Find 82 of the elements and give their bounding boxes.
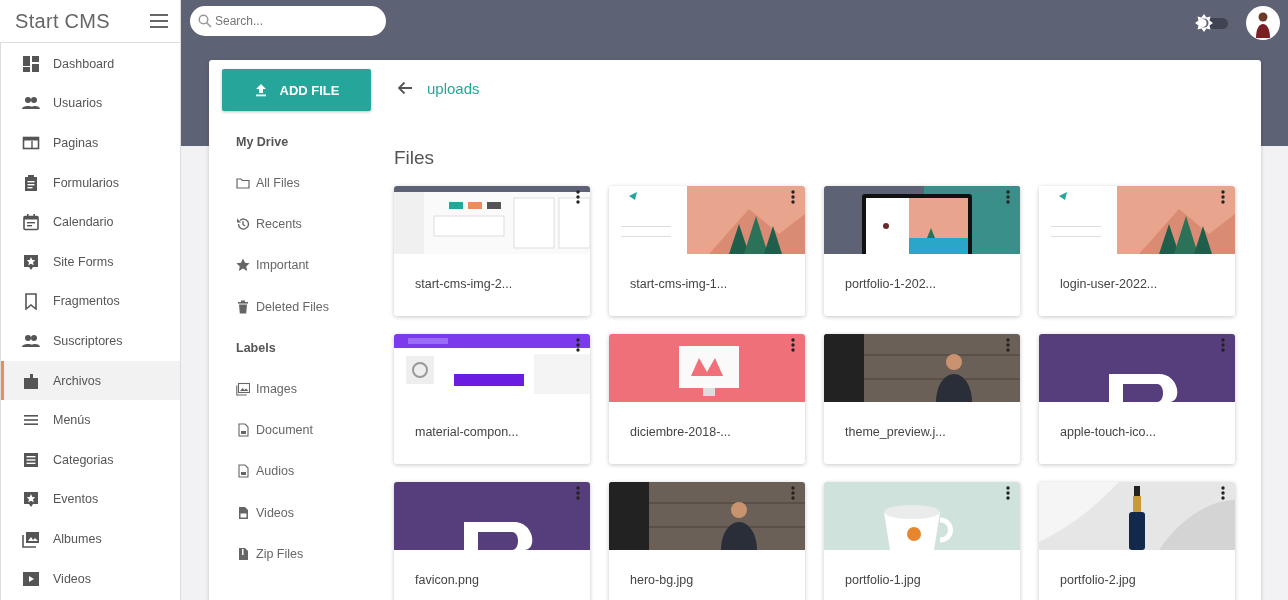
more-options-icon[interactable] (576, 190, 580, 204)
back-arrow-icon[interactable] (397, 81, 413, 95)
star-box-icon (22, 252, 40, 271)
sidebar-item[interactable]: Fragmentos (1, 281, 180, 322)
dashboard-icon (22, 54, 40, 73)
sidebar-item[interactable]: Menús (1, 400, 180, 440)
app-title: Start CMS (15, 9, 110, 33)
upload-icon (253, 83, 268, 97)
section-heading: Labels (235, 339, 277, 357)
file-name: diciembre-2018-... (629, 424, 732, 439)
file-name: portfolio-1.jpg (844, 572, 922, 587)
video-file-icon (236, 505, 250, 520)
drive-nav-item[interactable]: Zip Files (222, 533, 381, 575)
drive-nav-item[interactable]: Audios (222, 450, 381, 493)
document-icon (236, 464, 250, 479)
section-heading: My Drive (235, 133, 290, 151)
window-icon (22, 134, 40, 152)
sidebar-item[interactable]: Albumes (1, 519, 180, 559)
sidebar-item[interactable]: Formularios (1, 162, 180, 203)
history-icon (236, 216, 250, 231)
drive-nav-item[interactable]: Document (222, 409, 381, 451)
file-name: theme_preview.j... (844, 424, 947, 439)
file-name: apple-touch-ico... (1059, 424, 1157, 439)
drive-nav-item[interactable]: Important (222, 244, 381, 286)
file-card[interactable]: portfolio-1.jpg (824, 482, 1020, 600)
calendar-icon (22, 213, 40, 232)
theme-toggle[interactable] (1194, 12, 1230, 34)
sidebar-item[interactable]: Usuarios (1, 83, 180, 124)
search-icon (198, 14, 212, 28)
sidebar-item[interactable]: Calendario (1, 202, 180, 242)
more-options-icon[interactable] (576, 338, 580, 352)
zip-file-icon (236, 547, 250, 561)
sidebar-item[interactable]: Site Forms (1, 241, 180, 282)
file-card[interactable]: login-user-2022... (1039, 186, 1235, 316)
avatar[interactable] (1246, 6, 1280, 40)
file-card[interactable]: material-compon... (394, 334, 590, 464)
file-card[interactable]: portfolio-1-202... (824, 186, 1020, 316)
drive-nav-item[interactable]: Recents (222, 203, 381, 245)
clipboard-icon (22, 173, 40, 192)
star-box-icon (22, 490, 40, 509)
sidebar-item[interactable]: Suscriptores (1, 321, 180, 361)
file-card[interactable]: portfolio-2.jpg (1039, 482, 1235, 600)
file-card[interactable]: favicon.png (394, 482, 590, 600)
bookmark-icon (22, 292, 40, 311)
star-icon (236, 258, 250, 273)
file-card[interactable]: apple-touch-ico... (1039, 334, 1235, 464)
video-icon (22, 569, 40, 588)
sidebar-item[interactable]: Paginas (1, 123, 180, 163)
drive-nav-item[interactable]: Deleted Files (222, 285, 381, 328)
menu-icon[interactable] (150, 14, 168, 28)
drive-nav-item[interactable]: Videos (222, 492, 381, 534)
file-card[interactable]: start-cms-img-2... (394, 186, 590, 316)
more-options-icon[interactable] (791, 190, 795, 204)
image-icon (236, 381, 250, 396)
file-name: start-cms-img-1... (629, 276, 729, 291)
sidebar-item[interactable]: Dashboard (1, 44, 180, 84)
trash-icon (236, 299, 250, 314)
file-card[interactable]: start-cms-img-1... (609, 186, 805, 316)
sidebar-item[interactable]: Videos (1, 558, 180, 599)
drive-nav-item[interactable]: All Files (222, 162, 381, 204)
sidebar-item[interactable]: Archivos (1, 360, 180, 401)
document-icon (236, 423, 250, 438)
drive-nav-item[interactable]: Images (222, 368, 381, 410)
file-name: portfolio-1-202... (844, 276, 938, 291)
images-icon (22, 529, 40, 548)
file-card[interactable]: hero-bg.jpg (609, 482, 805, 600)
more-options-icon[interactable] (1221, 190, 1225, 204)
more-options-icon[interactable] (1006, 486, 1010, 500)
file-name: favicon.png (414, 572, 480, 587)
sidebar-item[interactable]: Eventos (1, 479, 180, 520)
search-field[interactable]: Search... (190, 6, 386, 36)
file-card[interactable]: theme_preview.j... (824, 334, 1020, 464)
more-options-icon[interactable] (1221, 486, 1225, 500)
list-icon (22, 450, 40, 469)
file-name: hero-bg.jpg (629, 572, 695, 587)
file-name: login-user-2022... (1059, 276, 1159, 291)
sidebar-item[interactable]: Categorias (1, 439, 180, 480)
file-name: portfolio-2.jpg (1059, 572, 1137, 587)
file-name: start-cms-img-2... (414, 276, 514, 291)
file-name: material-compon... (414, 424, 520, 439)
file-card[interactable]: diciembre-2018-... (609, 334, 805, 464)
section-title: Files (394, 147, 436, 170)
